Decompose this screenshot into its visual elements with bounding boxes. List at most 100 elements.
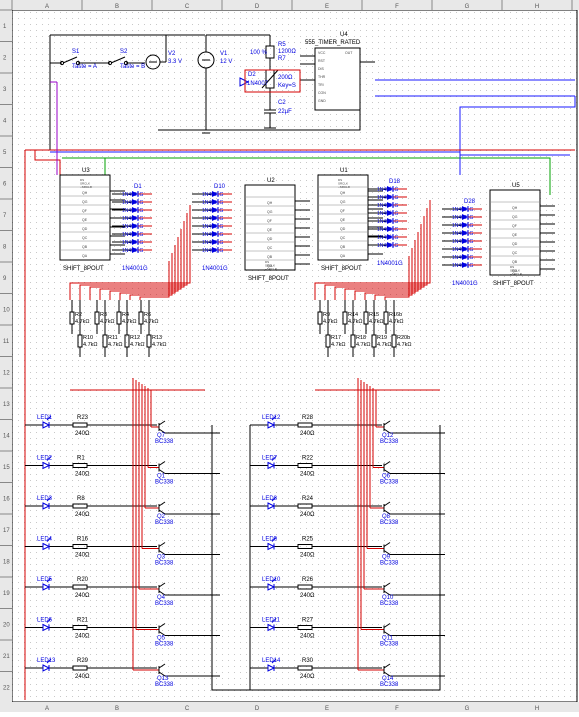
resistor-ref: R10 xyxy=(83,335,93,341)
diode-tag: 1N4001G xyxy=(452,215,474,221)
ruler-col-label: G xyxy=(465,4,470,10)
resistor-value: 4.7kΩ xyxy=(130,342,145,348)
sr-pin-label: QH xyxy=(512,206,518,210)
resistor-value: 4.7kΩ xyxy=(389,319,404,325)
transistor-value: BC338 xyxy=(380,520,399,526)
resistor-ref: R30 xyxy=(302,658,314,664)
resistor-value: 240Ω xyxy=(300,593,315,599)
sr-value: SHIFT_8POUT xyxy=(63,266,104,272)
resistor-ref: R29 xyxy=(77,658,89,664)
resistor-value: 240Ω xyxy=(300,553,315,559)
diode-bank-value: 1N4001G xyxy=(122,266,148,272)
led-ref: LED10 xyxy=(262,577,281,583)
diode-tag: 1N4001G xyxy=(377,227,399,233)
ruler-col-label: E xyxy=(325,4,329,10)
sr-pin-label: QE xyxy=(512,233,518,237)
resistor-ref: R23 xyxy=(77,415,89,421)
ruler-col-label: C xyxy=(185,4,190,10)
led-ref: LED5 xyxy=(37,577,53,583)
d2-ref: D2 xyxy=(248,72,256,78)
u4-pin-label: RST xyxy=(318,59,326,63)
v2-ref: V2 xyxy=(168,51,176,57)
led-ref: LED2 xyxy=(37,456,53,462)
diode-tag: 1N4001G xyxy=(452,239,474,245)
resistor-ref: R20b xyxy=(397,335,410,341)
ruler-col-label: B xyxy=(115,706,119,712)
transistor-value: BC338 xyxy=(380,561,399,567)
ruler-col-label: B xyxy=(115,4,119,10)
resistor-value: 240Ω xyxy=(75,674,90,680)
resistor-ref: R16b xyxy=(389,312,402,318)
diode-tag: 1N4001G xyxy=(377,203,399,209)
resistor-value: 240Ω xyxy=(300,674,315,680)
diode-tag: 1N4001G xyxy=(452,207,474,213)
sr-pin-label: QD xyxy=(267,237,273,241)
diode-tag: 1N4001G xyxy=(377,219,399,225)
sr-pin-label: QD xyxy=(340,227,346,231)
switch-ref: S2 xyxy=(120,49,128,55)
shift-register-u1: QHQGQFQEQDQCQBQADSSRCLK~SRCLR xyxy=(317,174,369,261)
resistor-ref: R15 xyxy=(369,312,379,318)
transistor-value: BC338 xyxy=(155,520,174,526)
diode-tag: 1N4001G xyxy=(452,263,474,269)
resistor-value: 240Ω xyxy=(75,634,90,640)
shift-register-u2: QHQGQFQEQDQCQBQADSSRCLK~SRCLR xyxy=(244,184,296,271)
u4-pin-label: VCC xyxy=(318,51,326,55)
resistor-ref: R22 xyxy=(302,456,314,462)
transistor-value: BC338 xyxy=(155,682,174,688)
diode-tag: 1N4001G xyxy=(202,216,224,222)
diode-tag: 1N4001G xyxy=(377,235,399,241)
sr-ctrl-label: ~SRCLR xyxy=(80,185,93,189)
resistor-ref: R25 xyxy=(302,537,314,543)
resistor-value: 240Ω xyxy=(75,512,90,518)
sr-pin-label: QC xyxy=(267,246,273,250)
ruler-col-label: G xyxy=(465,706,470,712)
ruler-row-label: 22 xyxy=(3,686,10,692)
resistor-value: 240Ω xyxy=(300,472,315,478)
led-ref: LED11 xyxy=(262,618,281,624)
ruler-row-label: 10 xyxy=(3,308,10,314)
diode-tag: 1N4001G xyxy=(202,232,224,238)
u4-pin-label: DIS xyxy=(318,67,325,71)
transistor-value: BC338 xyxy=(380,642,399,648)
led-ref: LED12 xyxy=(262,415,281,421)
sr-pin-label: QC xyxy=(82,236,88,240)
resistor-value: 4.7kΩ xyxy=(397,342,412,348)
transistor-value: BC338 xyxy=(380,439,399,445)
diode-tag: 1N4001G xyxy=(377,211,399,217)
sr-pin-label: QG xyxy=(340,200,346,204)
sr-value: SHIFT_8POUT xyxy=(493,281,534,287)
resistor-value: 4.7kΩ xyxy=(152,342,167,348)
u4-value: 555_TIMER_RATED xyxy=(305,40,361,46)
resistor-value: 4.7kΩ xyxy=(75,319,90,325)
ruler-row-label: 12 xyxy=(3,371,10,377)
sr-pin-label: QB xyxy=(82,245,88,249)
r7-value: 200Ω xyxy=(278,75,293,81)
resistor-ref: R11 xyxy=(108,335,118,341)
resistor-ref: R9 xyxy=(323,312,330,318)
ruler-row-label: 13 xyxy=(3,402,10,408)
sr-pin-label: QD xyxy=(82,227,88,231)
transistor-value: BC338 xyxy=(380,682,399,688)
sr-pin-label: QB xyxy=(512,260,518,264)
led-ref: LED7 xyxy=(262,456,278,462)
sr-pin-label: QG xyxy=(267,210,273,214)
diode-tag: 1N4001G xyxy=(202,224,224,230)
sr-ctrl-label: ~SRCLR xyxy=(265,267,278,271)
ruler-row-label: 20 xyxy=(3,623,10,629)
transistor-value: BC338 xyxy=(155,480,174,486)
resistor-ref: R1 xyxy=(77,456,85,462)
resistor-ref: R2 xyxy=(75,312,82,318)
resistor-value: 240Ω xyxy=(75,553,90,559)
d2-value: 1N4007 xyxy=(247,81,269,87)
schematic-canvas[interactable]: AABBCCDDEEFFGGHHII1234567891011121314151… xyxy=(0,0,579,712)
diode-tag: 1N4001G xyxy=(122,192,144,198)
resistor-value: 240Ω xyxy=(300,512,315,518)
v1-ref: V1 xyxy=(220,51,228,57)
switch-key: Taste = B xyxy=(120,64,145,70)
diode-tag: 1N4001G xyxy=(202,200,224,206)
led-ref: LED4 xyxy=(37,537,53,543)
led-ref: LED6 xyxy=(37,618,53,624)
ruler-top xyxy=(0,0,579,10)
diode-bank-ref: D18 xyxy=(389,179,401,185)
